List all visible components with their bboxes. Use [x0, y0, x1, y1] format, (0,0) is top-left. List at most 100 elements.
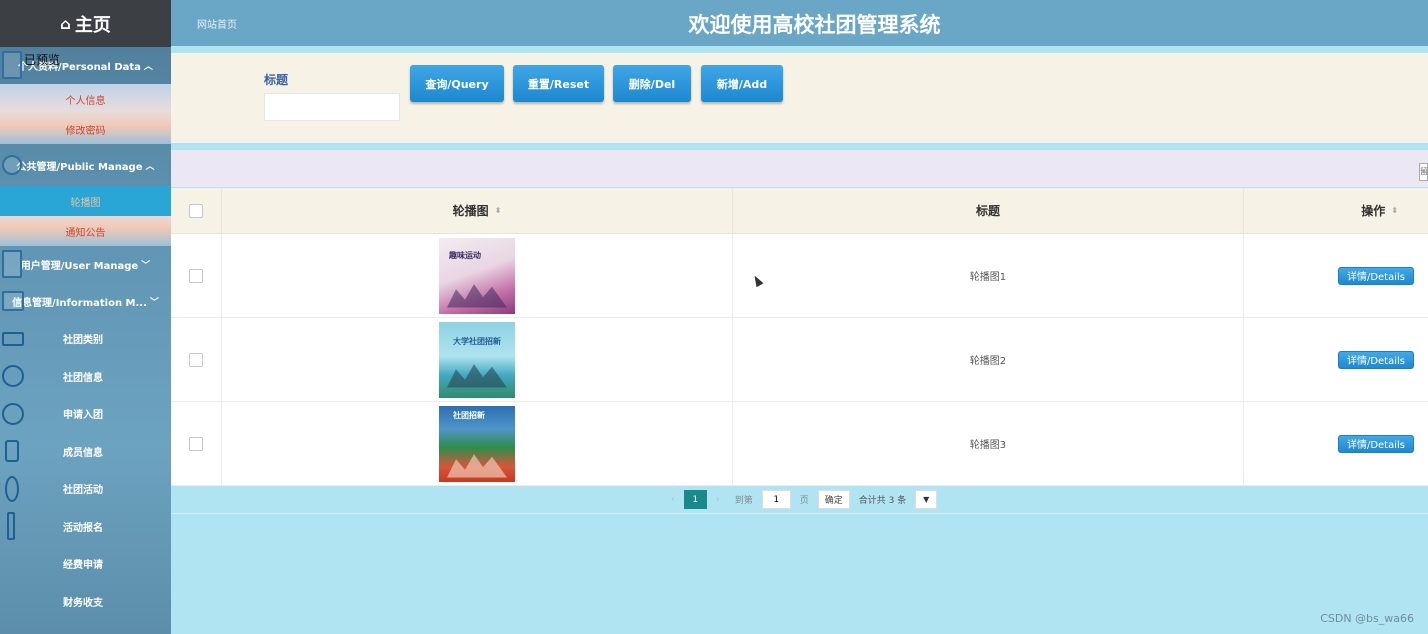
bench-icon — [2, 331, 24, 346]
add-button[interactable]: 新增/Add — [701, 65, 783, 102]
row-checkbox[interactable] — [189, 436, 203, 451]
sidebar-item-label: 社团类别 — [63, 335, 103, 347]
table-row[interactable]: 社团招新 轮播图3 详情/Details — [171, 402, 1428, 486]
goto-confirm-button[interactable]: 确定 — [817, 490, 850, 509]
column-settings-button[interactable]: 留 — [1419, 163, 1428, 181]
person-icon — [2, 51, 22, 79]
menu-public-manage[interactable]: 公共管理/Public Manage ︿ — [0, 144, 171, 186]
menu-information-manage-label: 信息管理/Information M... — [12, 298, 147, 309]
total-count: 合计共 3 条 — [858, 496, 907, 506]
house-icon: ⌂ — [60, 14, 71, 33]
sidebar-item-label: 社团信息 — [63, 372, 103, 384]
sidebar-item-carousel[interactable]: 轮播图 — [0, 186, 171, 216]
group-photo-graphic — [447, 364, 507, 388]
title-search-input[interactable] — [264, 93, 400, 121]
data-table: 轮播图 ⬍ 标题 操作 ⬍ 趣味运动 轮播图1 详情/Details 大学社团招… — [171, 188, 1428, 486]
chevron-down-icon: ▼ — [923, 495, 930, 504]
menu-user-manage[interactable]: 用户管理/User Manage ﹀ — [0, 246, 171, 283]
table-row[interactable]: 趣味运动 轮播图1 详情/Details — [171, 234, 1428, 318]
people-icon — [2, 155, 22, 175]
row-title: 轮播图3 — [969, 440, 1007, 451]
user-icon — [2, 250, 22, 278]
delete-button[interactable]: 删除/Del — [613, 65, 691, 102]
table-row[interactable]: 大学社团招新 轮播图2 详情/Details — [171, 318, 1428, 402]
query-button[interactable]: 查询/Query — [410, 65, 504, 102]
carousel-thumbnail[interactable]: 大学社团招新 — [439, 321, 515, 398]
sidebar: ⌂ 主页 个人资料/Personal Data ︿ 个人信息 修改密码 公共管理… — [0, 0, 171, 634]
home-label: 主页 — [74, 14, 111, 36]
hands-graphic — [447, 454, 507, 478]
row-checkbox[interactable] — [189, 268, 203, 283]
prev-page-button[interactable]: ‹ — [671, 494, 675, 505]
pagination: ‹ 1 › 到第 页 确定 合计共 3 条 ▼ — [171, 486, 1428, 514]
row-checkbox[interactable] — [189, 352, 203, 367]
header-checkbox-cell — [171, 188, 222, 233]
row-checkbox-cell — [171, 402, 222, 485]
actions-cell: 详情/Details — [1244, 318, 1428, 401]
runner-graphic — [447, 284, 507, 308]
goto-page-input[interactable] — [761, 490, 791, 509]
sidebar-item-notice[interactable]: 通知公告 — [0, 216, 171, 246]
menu-information-manage[interactable]: 信息管理/Information M... ﹀ — [0, 283, 171, 320]
row-checkbox-cell — [171, 318, 222, 401]
column-header-label: 轮播图 — [452, 204, 489, 218]
sidebar-item-finance[interactable]: 财务收支 — [0, 583, 171, 621]
thumbnail-caption: 大学社团招新 — [453, 336, 501, 346]
chevron-up-icon: ︿ — [143, 62, 153, 72]
details-button[interactable]: 详情/Details — [1337, 266, 1414, 285]
column-header-label: 标题 — [975, 204, 1000, 218]
page-unit-label: 页 — [799, 496, 809, 506]
carousel-thumbnail[interactable]: 社团招新 — [439, 405, 515, 482]
sort-icon[interactable]: ⬍ — [495, 206, 502, 215]
page-size-select[interactable]: ▼ — [915, 490, 938, 509]
image-cell: 大学社团招新 — [222, 318, 733, 401]
sidebar-item-fund-application[interactable]: 经费申请 — [0, 545, 171, 583]
carousel-thumbnail[interactable]: 趣味运动 — [439, 237, 515, 314]
reset-button[interactable]: 重置/Reset — [513, 65, 604, 102]
sidebar-item-club-category[interactable]: 社团类别 — [0, 320, 171, 358]
page-title: 欢迎使用高校社团管理系统 — [688, 13, 941, 37]
sidebar-item-label: 社团活动 — [63, 485, 103, 497]
actions-cell: 详情/Details — [1244, 402, 1428, 485]
column-header-image[interactable]: 轮播图 ⬍ — [222, 188, 733, 233]
image-cell: 社团招新 — [222, 402, 733, 485]
column-header-actions[interactable]: 操作 ⬍ — [1244, 188, 1428, 233]
top-header: 网站首页 欢迎使用高校社团管理系统 — [171, 0, 1428, 46]
menu-public-manage-label: 公共管理/Public Manage — [16, 161, 143, 173]
sidebar-item-join-application[interactable]: 申请入团 — [0, 395, 171, 433]
sidebar-item-personal-info[interactable]: 个人信息 — [0, 84, 171, 114]
row-title: 轮播图2 — [969, 356, 1007, 367]
sidebar-item-change-password[interactable]: 修改密码 — [0, 114, 171, 144]
sidebar-item-label: 活动报名 — [63, 522, 103, 534]
table-toolbar: 留 — [171, 150, 1428, 187]
row-title: 轮播图1 — [969, 272, 1007, 283]
column-header-title: 标题 — [733, 188, 1244, 233]
sort-icon[interactable]: ⬍ — [1391, 206, 1398, 215]
select-all-checkbox[interactable] — [189, 203, 203, 218]
title-cell: 轮播图2 — [733, 318, 1244, 401]
sidebar-item-label: 申请入团 — [63, 410, 103, 422]
details-button[interactable]: 详情/Details — [1337, 434, 1414, 453]
lantern-icon — [5, 475, 19, 502]
details-button[interactable]: 详情/Details — [1337, 350, 1414, 369]
menu-user-manage-label: 用户管理/User Manage — [20, 261, 139, 272]
info-icon — [2, 291, 24, 311]
home-link[interactable]: ⌂ 主页 — [0, 0, 171, 47]
title-filter-label: 标题 — [264, 73, 289, 87]
page-number-current[interactable]: 1 — [683, 490, 707, 509]
sidebar-item-member-info[interactable]: 成员信息 — [0, 433, 171, 471]
sidebar-item-club-activity[interactable]: 社团活动 — [0, 470, 171, 508]
title-cell: 轮播图3 — [733, 402, 1244, 485]
goto-label: 到第 — [734, 496, 753, 506]
watermark: CSDN @bs_wa66 — [1320, 612, 1414, 625]
sidebar-item-club-info[interactable]: 社团信息 — [0, 358, 171, 396]
submenu-public-manage: 轮播图 通知公告 — [0, 186, 171, 246]
column-header-label: 操作 — [1361, 204, 1386, 218]
sidebar-item-label: 财务收支 — [63, 597, 103, 609]
circle-icon — [2, 365, 24, 388]
chevron-down-icon: ﹀ — [141, 261, 151, 271]
lantern-icon — [2, 402, 24, 425]
sidebar-item-activity-signup[interactable]: 活动报名 — [0, 508, 171, 546]
thumbnail-caption: 趣味运动 — [449, 250, 481, 260]
next-page-button[interactable]: › — [716, 494, 720, 505]
